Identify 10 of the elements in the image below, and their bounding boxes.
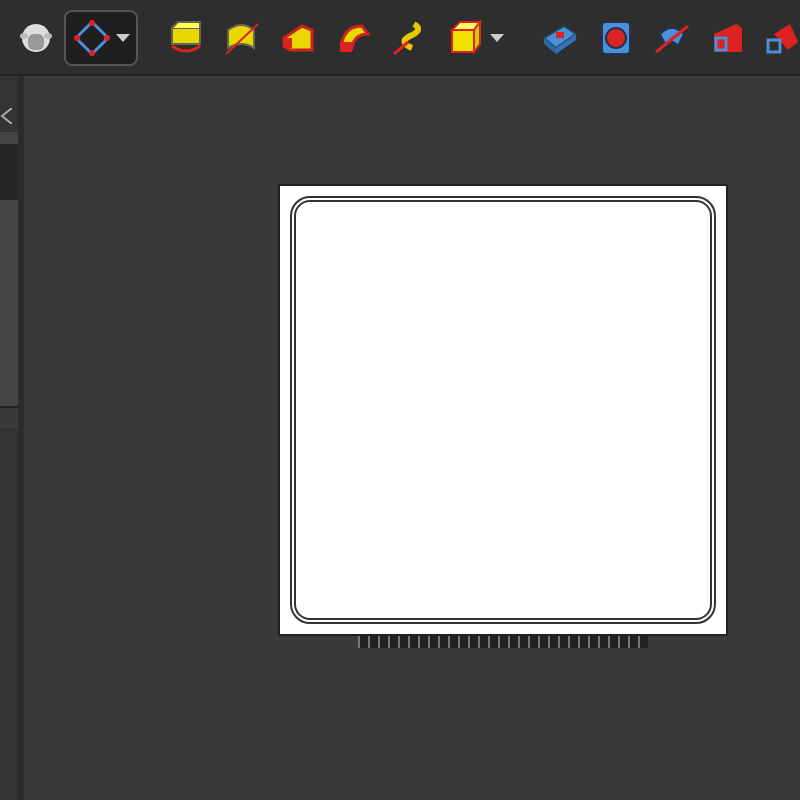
cube-icon bbox=[446, 17, 486, 57]
caret-icon bbox=[116, 33, 130, 41]
caret-icon bbox=[490, 33, 504, 41]
curved-block-icon bbox=[222, 17, 262, 57]
hole-icon bbox=[596, 17, 636, 57]
close-icon[interactable] bbox=[0, 108, 12, 124]
box-icon bbox=[166, 17, 206, 57]
sketch-icon bbox=[72, 17, 112, 57]
panel-header bbox=[0, 132, 18, 144]
toolbar-button[interactable] bbox=[64, 9, 138, 65]
